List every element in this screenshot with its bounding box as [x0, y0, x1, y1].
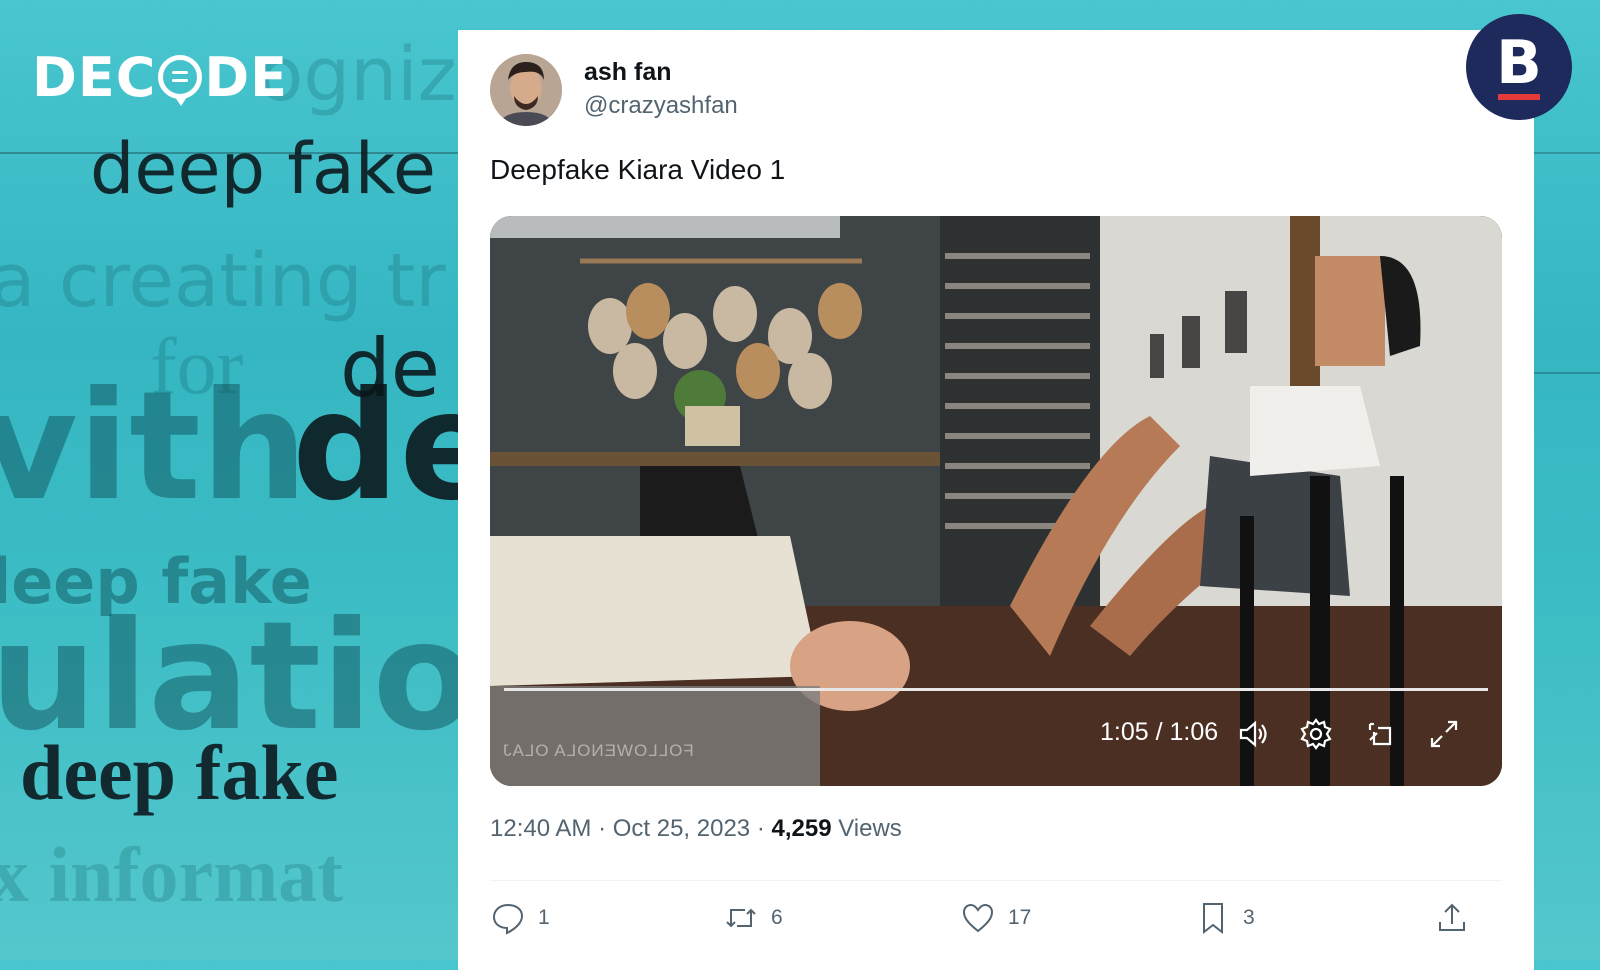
bg-text: vith — [0, 360, 308, 534]
bookmark-count: 3 — [1243, 906, 1255, 929]
bg-text: deep fake — [90, 128, 436, 210]
retweet-icon — [726, 908, 756, 928]
avatar[interactable] — [490, 54, 562, 126]
video-frame — [490, 216, 1502, 786]
heart-icon — [962, 903, 994, 933]
like-button[interactable]: 17 — [960, 900, 1031, 936]
bg-rule — [1530, 372, 1600, 374]
pip-icon[interactable] — [1362, 716, 1398, 752]
bg-text: deep fake — [20, 729, 339, 816]
divider — [490, 880, 1502, 881]
reply-icon — [492, 903, 524, 935]
tweet-actions: 1 6 17 3 — [490, 900, 1502, 950]
logo-text-left: DEC — [32, 45, 157, 109]
share-icon — [1439, 903, 1465, 931]
reply-button[interactable]: 1 — [490, 900, 550, 936]
retweet-count: 6 — [771, 906, 783, 929]
bg-rule — [1530, 152, 1600, 154]
fullscreen-icon[interactable] — [1426, 716, 1462, 752]
views-count: 4,259 — [771, 815, 832, 842]
retweet-button[interactable]: 6 — [723, 900, 783, 936]
like-count: 17 — [1008, 906, 1032, 929]
video-progress-bar[interactable] — [504, 688, 1488, 691]
tweet-meta: 12:40 AM · Oct 25, 2023 · 4,259 Views — [490, 815, 902, 843]
video-watermark: FOLLOWENOLA OLAJ — [502, 741, 694, 760]
reply-count: 1 — [538, 906, 550, 929]
author-name[interactable]: ash fan — [584, 58, 672, 87]
author-handle[interactable]: @crazyashfan — [584, 92, 738, 120]
bookmark-icon — [1203, 903, 1223, 935]
video-player[interactable]: FOLLOWENOLA OLAJ 1:05 / 1:06 — [490, 216, 1502, 786]
settings-gear-icon[interactable] — [1298, 716, 1334, 752]
share-button[interactable] — [1434, 900, 1470, 936]
meta-separator: · — [750, 815, 772, 842]
tweet-text: Deepfake Kiara Video 1 — [490, 154, 786, 185]
bg-text: x informat — [0, 831, 344, 918]
tweet-timestamp[interactable]: 12:40 AM · Oct 25, 2023 — [490, 815, 750, 842]
bg-text: a creating tr — [0, 238, 446, 324]
publisher-badge: B — [1466, 14, 1572, 120]
badge-letter: B — [1496, 28, 1542, 98]
tweet-card: ash fan @crazyashfan Deepfake Kiara Vide… — [458, 30, 1534, 970]
decode-logo: DEC DE — [32, 42, 288, 112]
volume-icon[interactable] — [1235, 716, 1271, 752]
bookmark-button[interactable]: 3 — [1195, 900, 1255, 936]
speech-bubble-icon — [158, 55, 203, 106]
views-label: Views — [838, 815, 902, 842]
logo-text-right: DE — [204, 45, 289, 109]
badge-underline — [1498, 94, 1540, 100]
video-time: 1:05 / 1:06 — [1100, 718, 1219, 746]
